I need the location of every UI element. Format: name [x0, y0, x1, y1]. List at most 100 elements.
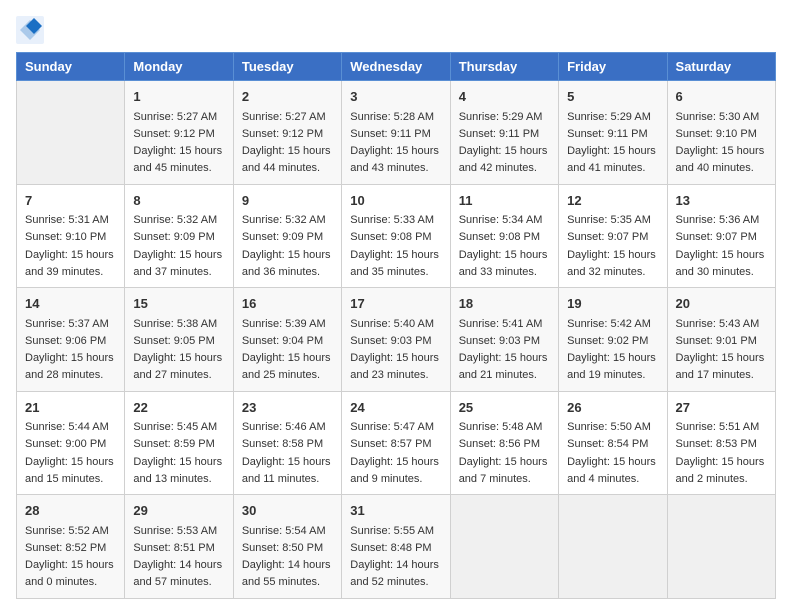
day-info: Sunrise: 5:48 AM Sunset: 8:56 PM Dayligh…	[459, 421, 548, 485]
logo	[16, 16, 48, 44]
day-number: 31	[350, 501, 441, 521]
calendar-cell: 7 Sunrise: 5:31 AM Sunset: 9:10 PM Daylig…	[17, 184, 125, 288]
day-number: 18	[459, 294, 550, 314]
day-header-monday: Monday	[125, 53, 233, 81]
day-number: 12	[567, 191, 658, 211]
day-info: Sunrise: 5:44 AM Sunset: 9:00 PM Dayligh…	[25, 421, 114, 485]
calendar-cell: 30 Sunrise: 5:54 AM Sunset: 8:50 PM Dayli…	[233, 495, 341, 599]
calendar-cell: 2 Sunrise: 5:27 AM Sunset: 9:12 PM Daylig…	[233, 81, 341, 185]
calendar-cell: 31 Sunrise: 5:55 AM Sunset: 8:48 PM Dayli…	[342, 495, 450, 599]
calendar-week-3: 14 Sunrise: 5:37 AM Sunset: 9:06 PM Dayli…	[17, 288, 776, 392]
day-number: 29	[133, 501, 224, 521]
day-number: 13	[676, 191, 767, 211]
calendar-cell: 3 Sunrise: 5:28 AM Sunset: 9:11 PM Daylig…	[342, 81, 450, 185]
day-info: Sunrise: 5:35 AM Sunset: 9:07 PM Dayligh…	[567, 214, 656, 278]
day-info: Sunrise: 5:51 AM Sunset: 8:53 PM Dayligh…	[676, 421, 765, 485]
day-info: Sunrise: 5:36 AM Sunset: 9:07 PM Dayligh…	[676, 214, 765, 278]
calendar-cell	[450, 495, 558, 599]
calendar-cell: 29Sunrise: 5:53 AM Sunset: 8:51 PM Dayli…	[125, 495, 233, 599]
day-number: 3	[350, 87, 441, 107]
calendar-cell: 5 Sunrise: 5:29 AM Sunset: 9:11 PM Daylig…	[559, 81, 667, 185]
day-number: 6	[676, 87, 767, 107]
calendar-cell	[667, 495, 775, 599]
calendar-cell: 14 Sunrise: 5:37 AM Sunset: 9:06 PM Dayli…	[17, 288, 125, 392]
day-number: 14	[25, 294, 116, 314]
calendar-cell: 21 Sunrise: 5:44 AM Sunset: 9:00 PM Dayli…	[17, 391, 125, 495]
page-header	[16, 16, 776, 44]
calendar-body: 1 Sunrise: 5:27 AM Sunset: 9:12 PM Daylig…	[17, 81, 776, 599]
day-info: Sunrise: 5:55 AM Sunset: 8:48 PM Dayligh…	[350, 525, 439, 589]
day-header-thursday: Thursday	[450, 53, 558, 81]
calendar-week-4: 21 Sunrise: 5:44 AM Sunset: 9:00 PM Dayli…	[17, 391, 776, 495]
day-number: 5	[567, 87, 658, 107]
day-info: Sunrise: 5:52 AM Sunset: 8:52 PM Dayligh…	[25, 525, 114, 589]
calendar-cell: 19 Sunrise: 5:42 AM Sunset: 9:02 PM Dayli…	[559, 288, 667, 392]
day-info: Sunrise: 5:32 AM Sunset: 9:09 PM Dayligh…	[133, 214, 222, 278]
day-number: 2	[242, 87, 333, 107]
day-info: Sunrise: 5:27 AM Sunset: 9:12 PM Dayligh…	[133, 111, 222, 175]
day-info: Sunrise: 5:42 AM Sunset: 9:02 PM Dayligh…	[567, 318, 656, 382]
day-number: 7	[25, 191, 116, 211]
calendar-week-5: 28 Sunrise: 5:52 AM Sunset: 8:52 PM Dayli…	[17, 495, 776, 599]
day-number: 21	[25, 398, 116, 418]
calendar-cell: 15 Sunrise: 5:38 AM Sunset: 9:05 PM Dayli…	[125, 288, 233, 392]
day-number: 10	[350, 191, 441, 211]
day-info: Sunrise: 5:33 AM Sunset: 9:08 PM Dayligh…	[350, 214, 439, 278]
calendar-cell: 28 Sunrise: 5:52 AM Sunset: 8:52 PM Dayli…	[17, 495, 125, 599]
day-info: Sunrise: 5:34 AM Sunset: 9:08 PM Dayligh…	[459, 214, 548, 278]
calendar-cell: 27Sunrise: 5:51 AM Sunset: 8:53 PM Dayli…	[667, 391, 775, 495]
day-info: Sunrise: 5:27 AM Sunset: 9:12 PM Dayligh…	[242, 111, 331, 175]
calendar-cell	[17, 81, 125, 185]
day-header-tuesday: Tuesday	[233, 53, 341, 81]
day-info: Sunrise: 5:39 AM Sunset: 9:04 PM Dayligh…	[242, 318, 331, 382]
calendar-cell: 12 Sunrise: 5:35 AM Sunset: 9:07 PM Dayli…	[559, 184, 667, 288]
day-info: Sunrise: 5:54 AM Sunset: 8:50 PM Dayligh…	[242, 525, 331, 589]
day-info: Sunrise: 5:30 AM Sunset: 9:10 PM Dayligh…	[676, 111, 765, 175]
calendar-cell: 13 Sunrise: 5:36 AM Sunset: 9:07 PM Dayli…	[667, 184, 775, 288]
calendar-cell: 17Sunrise: 5:40 AM Sunset: 9:03 PM Dayli…	[342, 288, 450, 392]
day-info: Sunrise: 5:46 AM Sunset: 8:58 PM Dayligh…	[242, 421, 331, 485]
day-number: 22	[133, 398, 224, 418]
days-header-row: SundayMondayTuesdayWednesdayThursdayFrid…	[17, 53, 776, 81]
calendar-cell: 22 Sunrise: 5:45 AM Sunset: 8:59 PM Dayli…	[125, 391, 233, 495]
day-number: 1	[133, 87, 224, 107]
day-info: Sunrise: 5:41 AM Sunset: 9:03 PM Dayligh…	[459, 318, 548, 382]
day-info: Sunrise: 5:32 AM Sunset: 9:09 PM Dayligh…	[242, 214, 331, 278]
calendar-table: SundayMondayTuesdayWednesdayThursdayFrid…	[16, 52, 776, 599]
day-number: 26	[567, 398, 658, 418]
calendar-cell: 26Sunrise: 5:50 AM Sunset: 8:54 PM Dayli…	[559, 391, 667, 495]
calendar-cell: 9Sunrise: 5:32 AM Sunset: 9:09 PM Daylig…	[233, 184, 341, 288]
calendar-cell: 8 Sunrise: 5:32 AM Sunset: 9:09 PM Daylig…	[125, 184, 233, 288]
day-info: Sunrise: 5:37 AM Sunset: 9:06 PM Dayligh…	[25, 318, 114, 382]
calendar-week-1: 1 Sunrise: 5:27 AM Sunset: 9:12 PM Daylig…	[17, 81, 776, 185]
day-info: Sunrise: 5:28 AM Sunset: 9:11 PM Dayligh…	[350, 111, 439, 175]
calendar-cell: 23 Sunrise: 5:46 AM Sunset: 8:58 PM Dayli…	[233, 391, 341, 495]
day-info: Sunrise: 5:40 AM Sunset: 9:03 PM Dayligh…	[350, 318, 439, 382]
day-number: 28	[25, 501, 116, 521]
day-info: Sunrise: 5:47 AM Sunset: 8:57 PM Dayligh…	[350, 421, 439, 485]
day-number: 8	[133, 191, 224, 211]
calendar-cell: 10 Sunrise: 5:33 AM Sunset: 9:08 PM Dayli…	[342, 184, 450, 288]
day-number: 15	[133, 294, 224, 314]
day-number: 23	[242, 398, 333, 418]
day-header-sunday: Sunday	[17, 53, 125, 81]
day-number: 4	[459, 87, 550, 107]
calendar-cell: 6 Sunrise: 5:30 AM Sunset: 9:10 PM Daylig…	[667, 81, 775, 185]
day-number: 25	[459, 398, 550, 418]
calendar-cell	[559, 495, 667, 599]
day-info: Sunrise: 5:29 AM Sunset: 9:11 PM Dayligh…	[459, 111, 548, 175]
day-number: 30	[242, 501, 333, 521]
calendar-cell: 1 Sunrise: 5:27 AM Sunset: 9:12 PM Daylig…	[125, 81, 233, 185]
day-info: Sunrise: 5:45 AM Sunset: 8:59 PM Dayligh…	[133, 421, 222, 485]
calendar-cell: 25 Sunrise: 5:48 AM Sunset: 8:56 PM Dayli…	[450, 391, 558, 495]
day-info: Sunrise: 5:31 AM Sunset: 9:10 PM Dayligh…	[25, 214, 114, 278]
calendar-cell: 4 Sunrise: 5:29 AM Sunset: 9:11 PM Daylig…	[450, 81, 558, 185]
day-number: 20	[676, 294, 767, 314]
logo-icon	[16, 16, 44, 44]
day-number: 11	[459, 191, 550, 211]
day-info: Sunrise: 5:43 AM Sunset: 9:01 PM Dayligh…	[676, 318, 765, 382]
day-number: 19	[567, 294, 658, 314]
day-info: Sunrise: 5:38 AM Sunset: 9:05 PM Dayligh…	[133, 318, 222, 382]
day-info: Sunrise: 5:29 AM Sunset: 9:11 PM Dayligh…	[567, 111, 656, 175]
day-header-saturday: Saturday	[667, 53, 775, 81]
